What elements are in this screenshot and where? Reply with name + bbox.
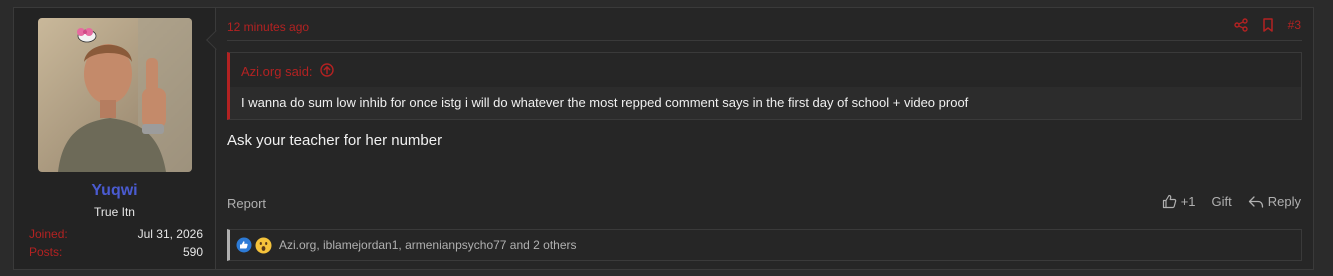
post-time[interactable]: 12 minutes ago xyxy=(227,20,309,34)
arrow-up-circle-icon[interactable] xyxy=(319,63,334,80)
like-button[interactable]: +1 xyxy=(1162,194,1196,209)
report-link[interactable]: Report xyxy=(227,196,266,211)
reply-icon xyxy=(1248,195,1264,209)
like-reaction-icon xyxy=(236,237,252,253)
quote-block: Azi.org said: I wanna do sum low inhib f… xyxy=(227,52,1302,120)
user-cell: Yuqwi True Itn Joined: Jul 31, 2026 Post… xyxy=(14,8,216,269)
post-message: Ask your teacher for her number xyxy=(227,132,443,149)
thumbs-up-icon xyxy=(1162,194,1177,209)
reactions-bar[interactable]: Azi.org, iblamejordan1, armenianpsycho77… xyxy=(227,229,1302,261)
post-actions: #3 xyxy=(1233,18,1301,32)
joined-label: Joined: xyxy=(29,227,68,241)
post-number[interactable]: #3 xyxy=(1288,18,1301,32)
post-container: Yuqwi True Itn Joined: Jul 31, 2026 Post… xyxy=(13,7,1314,270)
wow-reaction-icon xyxy=(255,237,272,254)
posts-label: Posts: xyxy=(29,245,63,259)
quote-text: I wanna do sum low inhib for once istg i… xyxy=(230,87,1301,119)
reply-label: Reply xyxy=(1267,194,1301,209)
username[interactable]: Yuqwi xyxy=(14,182,215,200)
user-title: True Itn xyxy=(94,205,135,219)
gift-button[interactable]: Gift xyxy=(1212,194,1232,209)
quote-header[interactable]: Azi.org said: xyxy=(241,63,334,80)
avatar[interactable] xyxy=(38,18,192,172)
message-main: 12 minutes ago #3 Azi.org said: I wanna … xyxy=(216,8,1313,269)
like-count: +1 xyxy=(1180,194,1196,209)
reply-button[interactable]: Reply xyxy=(1248,194,1301,209)
reaction-users[interactable]: Azi.org, iblamejordan1, armenianpsycho77… xyxy=(279,238,577,252)
bookmark-icon[interactable] xyxy=(1262,18,1274,32)
quote-author[interactable]: Azi.org said: xyxy=(241,64,313,79)
header-divider xyxy=(227,40,1302,41)
share-icon[interactable] xyxy=(1233,18,1248,32)
footer-actions: +1 Gift Reply xyxy=(1162,194,1301,209)
joined-value: Jul 31, 2026 xyxy=(137,227,203,241)
posts-value: 590 xyxy=(182,245,203,259)
